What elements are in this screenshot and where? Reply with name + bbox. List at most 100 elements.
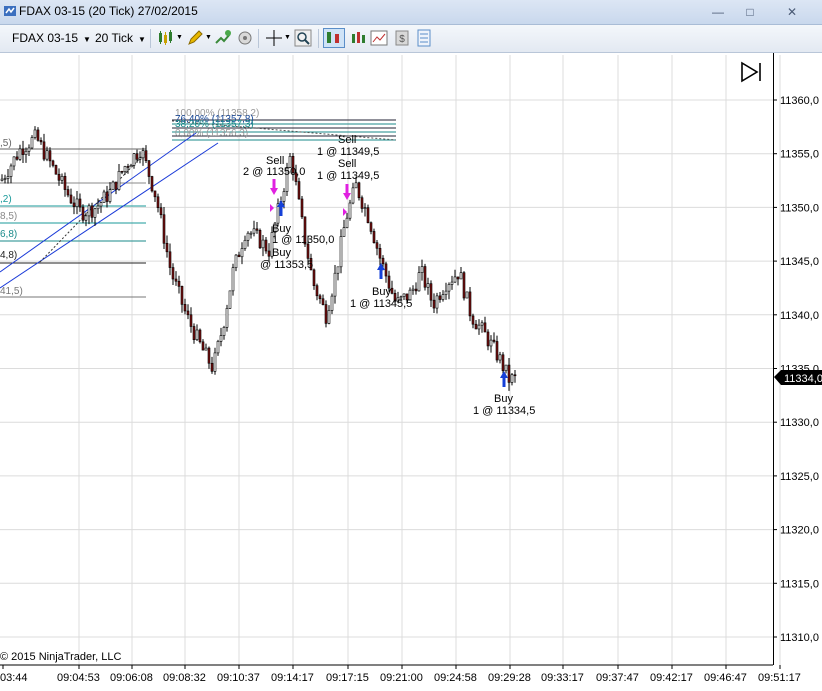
sell-arrow-icon[interactable] bbox=[343, 184, 351, 200]
sell-fill-marker bbox=[343, 208, 347, 216]
fib-retracement-top: 100,00% (11358,2)76,40% (11357,8)38,20% … bbox=[171, 108, 397, 141]
crosshair-icon[interactable] bbox=[265, 29, 283, 47]
candle-up bbox=[354, 182, 358, 189]
candle-down bbox=[237, 254, 241, 258]
execution-qty-label: 1 @ 11345,5 bbox=[350, 298, 412, 310]
price-chart[interactable]: ,5) 8,5) 6,8) 4,8) 41,5) ,2) 100,00% (11358,2… bbox=[0, 53, 822, 691]
candle-down bbox=[159, 207, 163, 216]
time-label: 09:06:08 bbox=[110, 672, 153, 684]
execution-side-label: Buy bbox=[372, 286, 391, 298]
candle-up bbox=[336, 266, 340, 274]
candle-down bbox=[90, 205, 94, 218]
candle-up bbox=[246, 232, 250, 241]
candle-up bbox=[111, 181, 115, 190]
data-box-icon[interactable] bbox=[415, 29, 433, 47]
add-strategy-icon[interactable] bbox=[236, 29, 254, 47]
candle-up bbox=[402, 293, 406, 297]
current-price-marker: 11334,0 bbox=[774, 370, 822, 385]
sell-arrow-icon[interactable] bbox=[270, 179, 278, 195]
buy-arrow-icon[interactable] bbox=[377, 263, 385, 279]
candle-down bbox=[48, 150, 52, 162]
time-label: 09:21:00 bbox=[380, 672, 423, 684]
candle-up bbox=[96, 205, 100, 210]
candle-up bbox=[480, 322, 484, 326]
minimize-button[interactable]: — bbox=[705, 3, 731, 22]
candle-up bbox=[453, 276, 457, 283]
candle-up bbox=[282, 191, 286, 202]
candle-up bbox=[261, 239, 265, 249]
candle-down bbox=[57, 173, 61, 181]
candle-down bbox=[183, 304, 187, 312]
candle-down bbox=[297, 181, 301, 200]
candle-down bbox=[390, 287, 394, 294]
minimize-icon: — bbox=[712, 5, 724, 19]
maximize-button[interactable]: □ bbox=[737, 3, 763, 22]
chevron-down-icon[interactable]: ▼ bbox=[284, 34, 291, 41]
time-label: 09:04:53 bbox=[57, 672, 100, 684]
execution-side-label: Sell bbox=[338, 158, 356, 170]
candle-down bbox=[81, 206, 85, 221]
interval-label: 20 Tick bbox=[95, 31, 134, 45]
time-label: 09:17:15 bbox=[326, 672, 369, 684]
candlestick-icon[interactable] bbox=[157, 29, 175, 47]
candle-up bbox=[345, 217, 349, 228]
candle-up bbox=[249, 232, 253, 235]
candle-up bbox=[504, 364, 508, 371]
candle-down bbox=[180, 286, 184, 305]
time-label: 09:33:17 bbox=[541, 672, 584, 684]
chart-trader-icon[interactable] bbox=[323, 28, 345, 48]
price-label: 11345,0 bbox=[780, 256, 819, 268]
candle-up bbox=[327, 310, 331, 324]
candle-down bbox=[168, 251, 172, 268]
candle-down bbox=[474, 323, 478, 330]
buy-arrow-icon[interactable] bbox=[500, 371, 508, 387]
candle-up bbox=[0, 178, 4, 181]
candle-down bbox=[36, 129, 40, 141]
candle-up bbox=[417, 272, 421, 292]
candle-up bbox=[231, 267, 235, 292]
candle-up bbox=[12, 156, 16, 167]
time-label: 09:24:58 bbox=[434, 672, 477, 684]
scroll-to-end-icon[interactable] bbox=[741, 61, 761, 83]
bar-type-icon[interactable] bbox=[350, 29, 368, 47]
chevron-down-icon[interactable]: ▼ bbox=[205, 34, 212, 41]
candle-down bbox=[207, 347, 211, 364]
candle-down bbox=[360, 197, 364, 209]
candle-down bbox=[72, 202, 76, 207]
candle-up bbox=[342, 227, 346, 237]
candle-up bbox=[426, 283, 430, 288]
execution-qty-label: @ 11353,5 bbox=[260, 259, 313, 271]
pencil-draw-icon[interactable] bbox=[186, 29, 204, 47]
zoom-icon[interactable] bbox=[294, 29, 312, 47]
candle-down bbox=[144, 150, 148, 162]
time-label: 09:29:28 bbox=[488, 672, 531, 684]
fib-level-label: 41,5) bbox=[0, 286, 23, 297]
chevron-down-icon[interactable]: ▼ bbox=[176, 34, 183, 41]
chevron-down-icon: ▼ bbox=[83, 35, 91, 44]
candle-up bbox=[420, 266, 424, 273]
fib-level-label: 8,5) bbox=[0, 211, 17, 222]
candle-down bbox=[471, 315, 475, 325]
toolbar-divider bbox=[258, 29, 259, 48]
interval-select[interactable]: 20 Tick ▼ bbox=[95, 30, 146, 46]
properties-icon[interactable] bbox=[370, 29, 388, 47]
candle-up bbox=[447, 284, 451, 292]
add-indicator-icon[interactable] bbox=[214, 29, 232, 47]
candle-down bbox=[483, 322, 487, 333]
toolbar-divider bbox=[318, 29, 319, 48]
candle-up bbox=[117, 170, 121, 190]
candle-up bbox=[435, 295, 439, 309]
candle-down bbox=[321, 298, 325, 305]
candle-up bbox=[123, 166, 127, 173]
candle-down bbox=[501, 354, 505, 371]
time-label: 09:14:17 bbox=[271, 672, 314, 684]
money-icon[interactable]: $ bbox=[393, 29, 411, 47]
candle-down bbox=[438, 295, 442, 300]
time-label: 03:44 bbox=[0, 672, 28, 684]
instrument-select[interactable]: FDAX 03-15 ▼ bbox=[12, 30, 91, 46]
close-button[interactable]: ✕ bbox=[769, 3, 815, 22]
candle-up bbox=[243, 239, 247, 249]
fib-level-label: 0,00% (11356,3) bbox=[175, 128, 248, 139]
candle-down bbox=[120, 170, 124, 173]
candle-down bbox=[414, 288, 418, 292]
